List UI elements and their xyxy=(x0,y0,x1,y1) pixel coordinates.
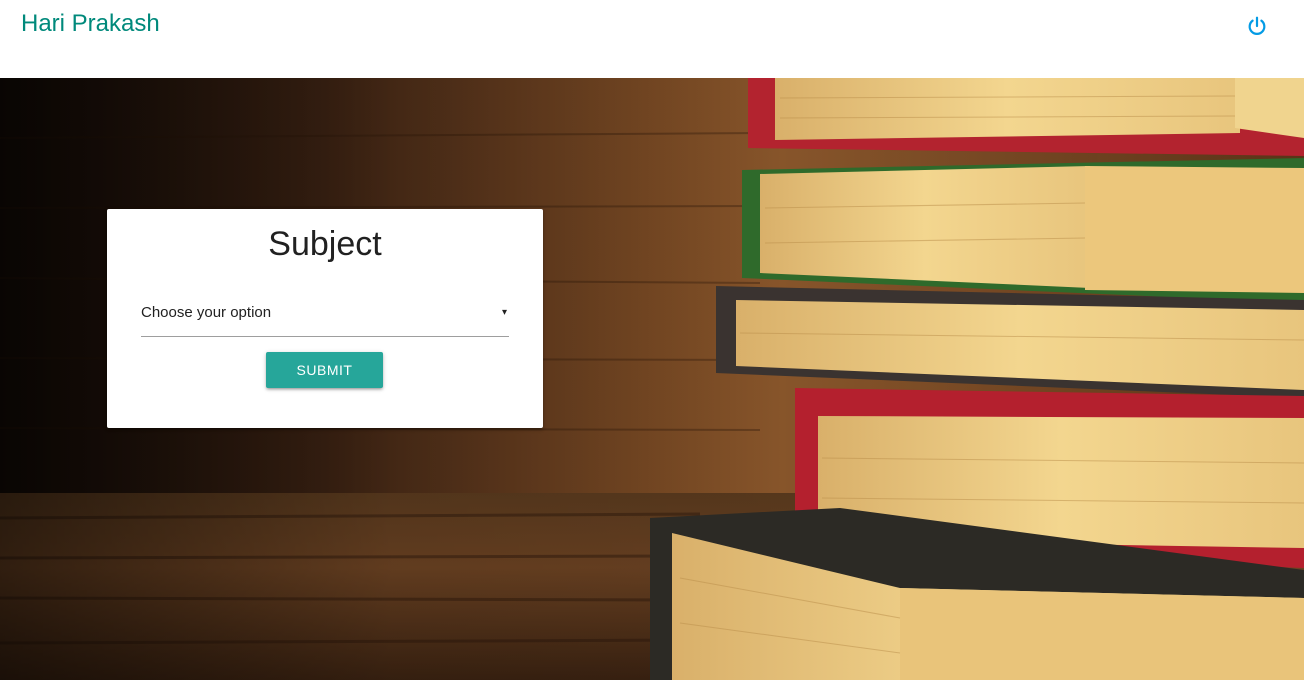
brand-logo[interactable]: Hari Prakash xyxy=(21,10,160,38)
power-icon xyxy=(1248,16,1266,35)
logout-button[interactable] xyxy=(1242,11,1272,41)
submit-button[interactable]: SUBMIT xyxy=(266,352,383,388)
select-value: Choose your option xyxy=(141,304,272,321)
dropdown-caret-icon: ▾ xyxy=(501,307,507,318)
card-title: Subject xyxy=(268,225,382,263)
top-navbar: Hari Prakash xyxy=(0,0,1304,78)
subject-select[interactable]: Choose your option ▾ xyxy=(141,296,509,337)
